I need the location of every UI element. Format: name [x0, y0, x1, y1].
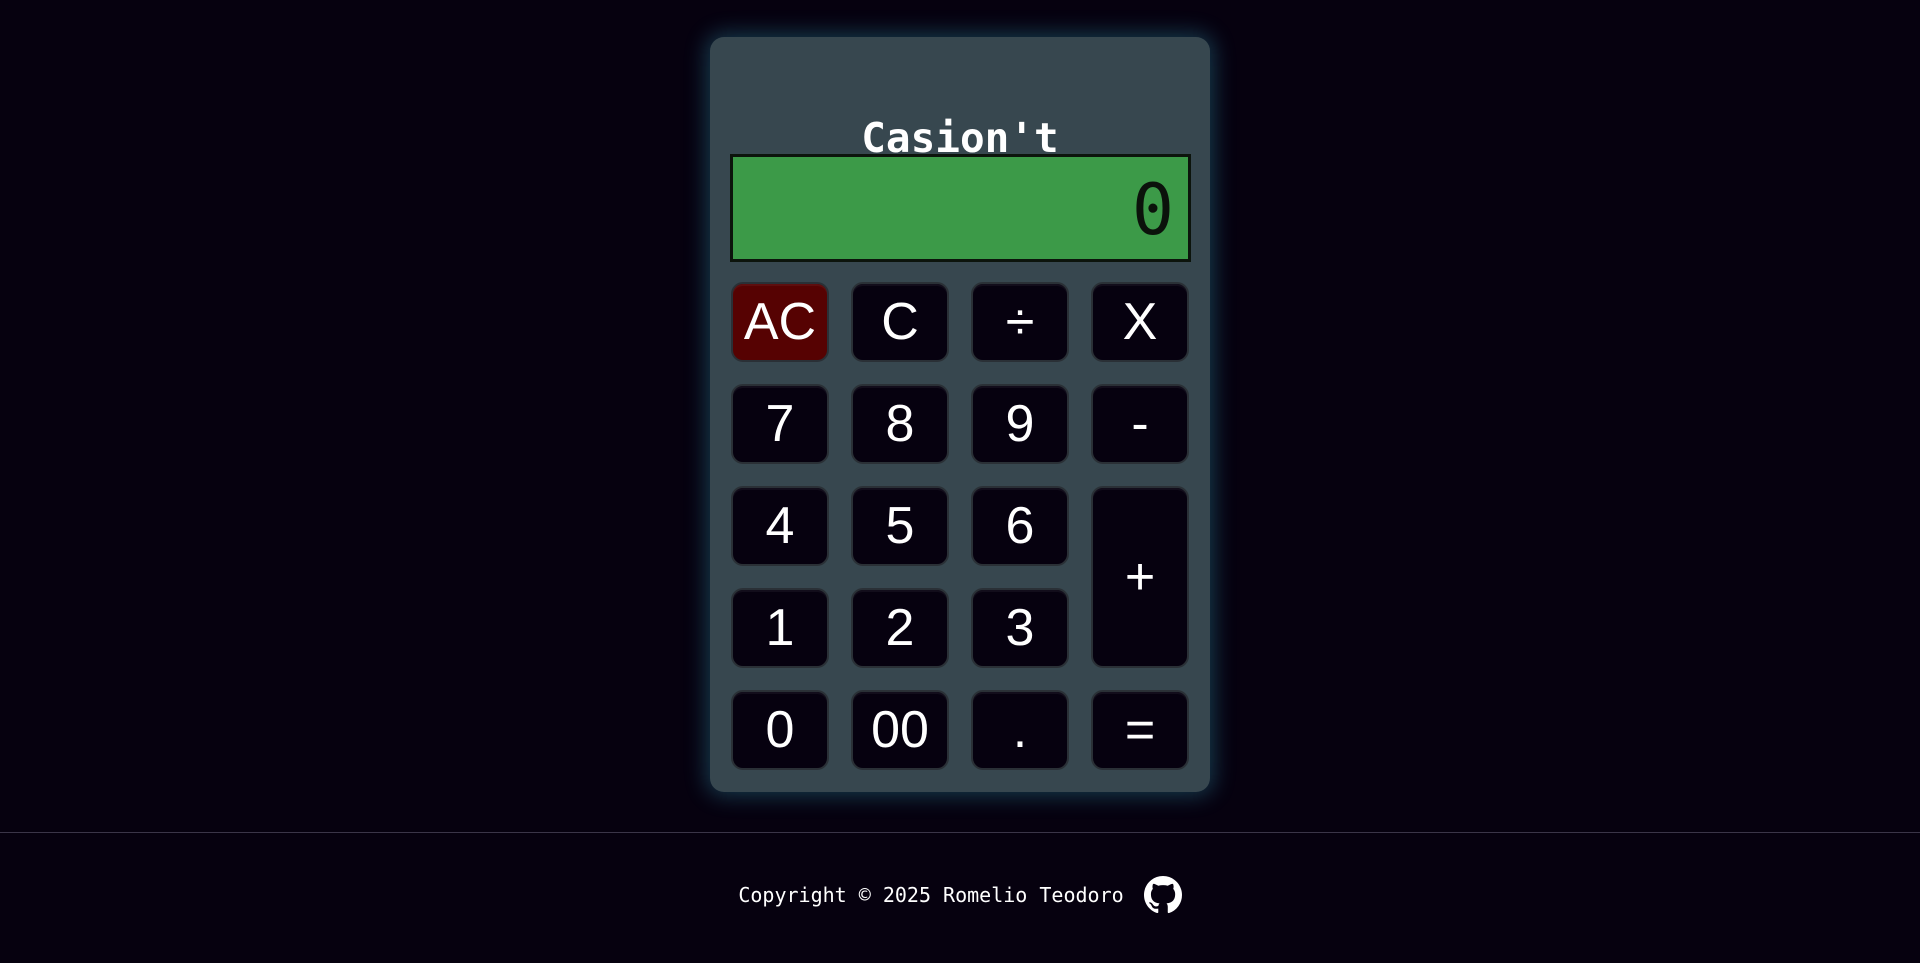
digit-2-button[interactable]: 2	[851, 588, 949, 668]
digit-7-button[interactable]: 7	[731, 384, 829, 464]
digit-6-button[interactable]: 6	[971, 486, 1069, 566]
calculator: Casion't 0 AC C ÷ X 7 8 9 - 4 5 6 + 1 2 …	[710, 37, 1210, 792]
footer: Copyright © 2025 Romelio Teodoro	[0, 870, 1920, 920]
digit-3-button[interactable]: 3	[971, 588, 1069, 668]
display-value: 0	[1131, 169, 1174, 251]
digit-4-button[interactable]: 4	[731, 486, 829, 566]
digit-8-button[interactable]: 8	[851, 384, 949, 464]
divide-button[interactable]: ÷	[971, 282, 1069, 362]
digit-9-button[interactable]: 9	[971, 384, 1069, 464]
digit-5-button[interactable]: 5	[851, 486, 949, 566]
minus-button[interactable]: -	[1091, 384, 1189, 464]
github-icon[interactable]	[1143, 876, 1182, 914]
decimal-button[interactable]: .	[971, 690, 1069, 770]
digit-1-button[interactable]: 1	[731, 588, 829, 668]
digit-0-button[interactable]: 0	[731, 690, 829, 770]
multiply-button[interactable]: X	[1091, 282, 1189, 362]
clear-button[interactable]: C	[851, 282, 949, 362]
footer-divider	[0, 832, 1920, 833]
all-clear-button[interactable]: AC	[731, 282, 829, 362]
copyright-text: Copyright © 2025 Romelio Teodoro	[738, 883, 1124, 907]
plus-button[interactable]: +	[1091, 486, 1189, 668]
calculator-display: 0	[730, 154, 1191, 262]
double-zero-button[interactable]: 00	[851, 690, 949, 770]
equals-button[interactable]: =	[1091, 690, 1189, 770]
